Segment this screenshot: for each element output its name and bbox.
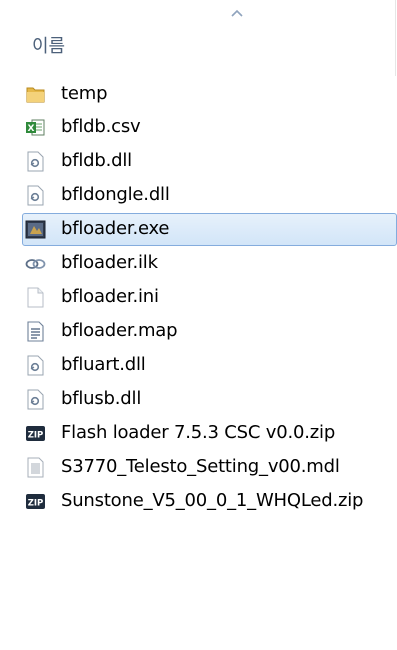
ini-icon [25,287,46,308]
file-name: bfloader.ilk [61,252,158,273]
text-file-icon [25,321,46,342]
file-name: bfluart.dll [61,354,146,375]
list-item-bfloader-exe[interactable]: bfloader.exe [22,213,397,246]
ilk-icon [25,253,46,274]
list-item-bfldb-csv[interactable]: X bfldb.csv [22,111,397,144]
list-item-bflusb-dll[interactable]: bflusb.dll [22,383,397,416]
svg-text:X: X [28,124,35,134]
list-item-temp[interactable]: temp [22,78,397,111]
file-name: bfloader.ini [61,286,159,307]
file-name: S3770_Telesto_Setting_v00.mdl [61,456,340,477]
dll-icon [25,355,46,376]
zip-icon: ZIP [25,423,46,444]
svg-text:ZIP: ZIP [28,499,44,509]
svg-text:ZIP: ZIP [28,431,44,441]
file-name: bfldb.csv [61,116,141,137]
list-item-bfldongle-dll[interactable]: bfldongle.dll [22,179,397,212]
dll-icon [25,389,46,410]
list-item-flash-loader-zip[interactable]: ZIP Flash loader 7.5.3 CSC v0.0.zip [22,417,397,450]
list-item-bfldb-dll[interactable]: bfldb.dll [22,145,397,178]
dll-icon [25,185,46,206]
name-column-header[interactable]: 이름 [32,32,65,58]
file-name: bflusb.dll [61,388,142,409]
file-name: bfldb.dll [61,150,132,171]
zip-icon: ZIP [25,491,46,512]
list-item-bfloader-map[interactable]: bfloader.map [22,315,397,348]
column-header[interactable]: 이름 [0,0,397,76]
file-name: Sunstone_V5_00_0_1_WHQLed.zip [61,490,364,511]
column-divider[interactable] [395,0,396,76]
file-name: bfldongle.dll [61,184,170,205]
file-name: bfloader.exe [61,218,170,239]
list-item-s3770-mdl[interactable]: S3770_Telesto_Setting_v00.mdl [22,451,397,484]
dll-icon [25,151,46,172]
list-item-bfluart-dll[interactable]: bfluart.dll [22,349,397,382]
file-name: temp [61,83,108,104]
folder-icon [25,84,46,105]
exe-icon [25,219,46,240]
list-item-bfloader-ini[interactable]: bfloader.ini [22,281,397,314]
list-item-sunstone-zip[interactable]: ZIP Sunstone_V5_00_0_1_WHQLed.zip [22,485,397,518]
file-name: bfloader.map [61,320,178,341]
mdl-file-icon [25,457,46,478]
excel-csv-icon: X [25,117,46,138]
file-name: Flash loader 7.5.3 CSC v0.0.zip [61,422,336,443]
sort-ascending-icon [231,9,243,17]
list-item-bfloader-ilk[interactable]: bfloader.ilk [22,247,397,280]
